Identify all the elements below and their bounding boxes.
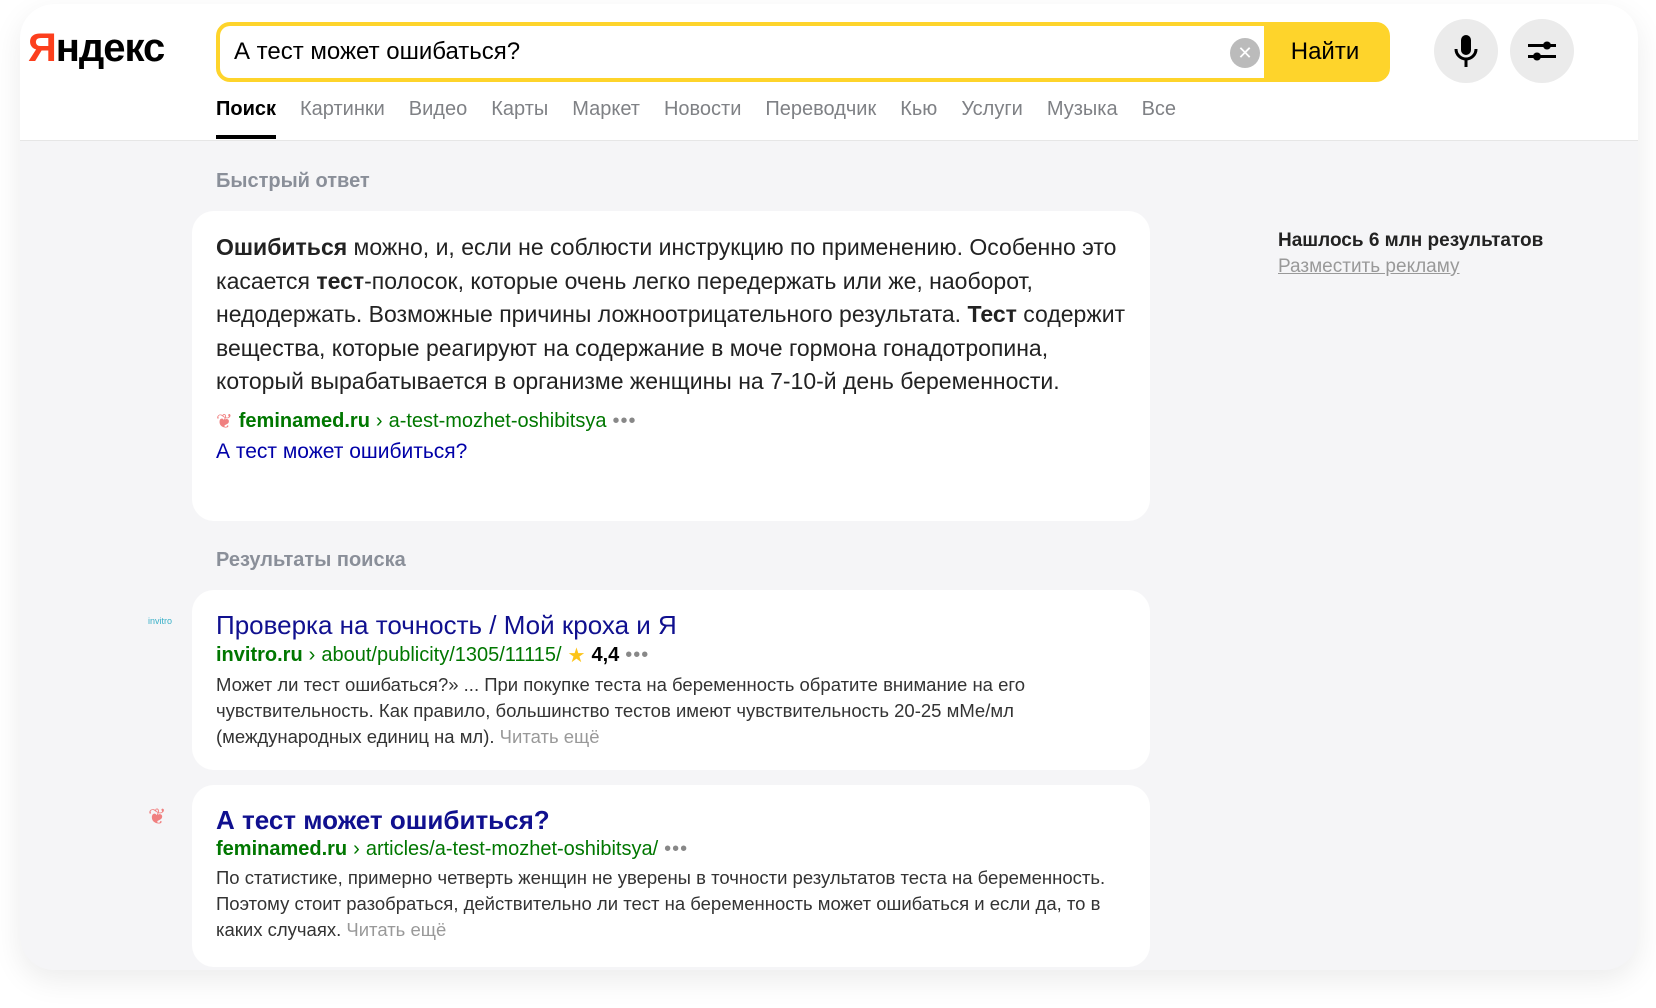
star-icon: ★ bbox=[567, 645, 586, 667]
more-options-icon[interactable]: ••• bbox=[625, 644, 649, 667]
result-url: invitro.ru › about/publicity/1305/11115/… bbox=[216, 644, 650, 667]
quick-answer-heading: Быстрый ответ bbox=[216, 170, 370, 192]
read-more-link[interactable]: Читать ещё bbox=[346, 919, 446, 940]
search-input[interactable] bbox=[220, 26, 1264, 78]
favicon-icon: ❦ bbox=[216, 410, 233, 433]
filters-button[interactable] bbox=[1510, 19, 1574, 83]
feminamed-favicon-icon: ❦ bbox=[148, 804, 167, 829]
tab-maps[interactable]: Карты bbox=[491, 98, 548, 139]
source-line: ❦ feminamed.ru › a-test-mozhet-oshibitsy… bbox=[216, 409, 637, 433]
yandex-logo[interactable]: Яндекс bbox=[28, 26, 165, 71]
result-title[interactable]: А тест может ошибиться? bbox=[216, 805, 1126, 836]
result-domain[interactable]: invitro.ru bbox=[216, 644, 303, 667]
microphone-icon bbox=[1454, 35, 1478, 67]
page: Яндекс ✕ Найти Поиск Картинки Видео Карт… bbox=[20, 4, 1638, 970]
tab-market[interactable]: Маркет bbox=[572, 98, 640, 139]
sliders-icon bbox=[1528, 41, 1556, 61]
more-options-icon[interactable]: ••• bbox=[612, 410, 636, 433]
rating: 4,4 bbox=[591, 644, 620, 666]
tab-images[interactable]: Картинки bbox=[300, 98, 385, 139]
result-snippet: Может ли тест ошибаться?» ... При покупк… bbox=[216, 674, 1026, 747]
result-path[interactable]: about/publicity/1305/11115/ bbox=[321, 644, 561, 667]
tab-services[interactable]: Услуги bbox=[961, 98, 1023, 139]
result-path[interactable]: articles/a-test-mozhet-oshibitsya/ bbox=[366, 838, 658, 861]
clear-icon[interactable]: ✕ bbox=[1230, 38, 1260, 68]
search-tabs: Поиск Картинки Видео Карты Маркет Новост… bbox=[216, 98, 1176, 139]
result-title[interactable]: Проверка на точность / Мой кроха и Я bbox=[216, 610, 1126, 641]
tab-q[interactable]: Кью bbox=[900, 98, 937, 139]
tab-video[interactable]: Видео bbox=[409, 98, 467, 139]
tab-search[interactable]: Поиск bbox=[216, 98, 277, 139]
invitro-favicon-icon: invitro bbox=[148, 616, 173, 626]
source-path[interactable]: a-test-mozhet-oshibitsya bbox=[389, 410, 607, 433]
source-link[interactable]: А тест может ошибиться? bbox=[216, 440, 1126, 464]
tab-translator[interactable]: Переводчик bbox=[765, 98, 876, 139]
sidebar: Нашлось 6 млн результатов Разместить рек… bbox=[1278, 230, 1543, 278]
result-snippet: По статистике, примерно четверть женщин … bbox=[216, 867, 1106, 940]
result-url: feminamed.ru › articles/a-test-mozhet-os… bbox=[216, 838, 689, 861]
result-card: Проверка на точность / Мой кроха и Я inv… bbox=[192, 590, 1150, 770]
tab-all[interactable]: Все bbox=[1142, 98, 1176, 139]
quick-answer-card: Ошибиться можно, и, если не соблюсти инс… bbox=[192, 211, 1150, 521]
results-heading: Результаты поиска bbox=[216, 549, 406, 571]
tab-music[interactable]: Музыка bbox=[1047, 98, 1118, 139]
result-domain[interactable]: feminamed.ru bbox=[216, 838, 347, 861]
quick-answer-text: Ошибиться можно, и, если не соблюсти инс… bbox=[216, 234, 1126, 394]
result-card: А тест может ошибиться? feminamed.ru › a… bbox=[192, 785, 1150, 967]
source-domain[interactable]: feminamed.ru bbox=[239, 410, 370, 433]
microphone-button[interactable] bbox=[1434, 19, 1498, 83]
advertise-link[interactable]: Разместить рекламу bbox=[1278, 256, 1543, 278]
header: Яндекс ✕ Найти Поиск Картинки Видео Карт… bbox=[20, 4, 1638, 141]
search-button[interactable]: Найти bbox=[1264, 26, 1386, 78]
read-more-link[interactable]: Читать ещё bbox=[500, 726, 600, 747]
tab-news[interactable]: Новости bbox=[664, 98, 741, 139]
search-bar: ✕ Найти bbox=[216, 22, 1390, 82]
results-count: Нашлось 6 млн результатов bbox=[1278, 230, 1544, 251]
more-options-icon[interactable]: ••• bbox=[664, 838, 688, 861]
